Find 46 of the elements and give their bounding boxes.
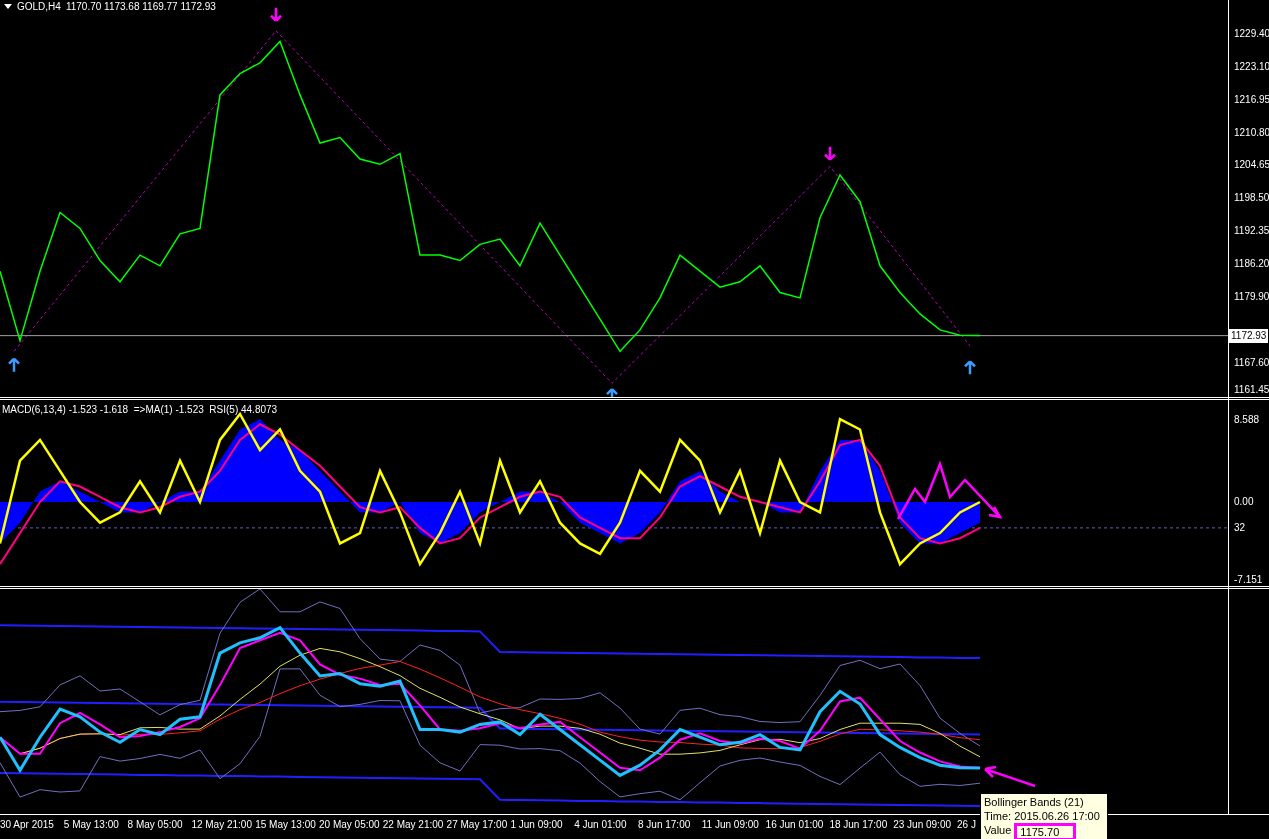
indicator-axis-label: 0.00 xyxy=(1234,495,1254,509)
time-axis-label: 20 May 05:00 xyxy=(319,819,380,830)
up-arrow-icon xyxy=(963,360,977,376)
time-axis-label: 23 Jun 09:00 xyxy=(893,819,951,830)
indicator-axis-label: -7.151 xyxy=(1234,573,1263,587)
time-axis-label: 22 May 21:00 xyxy=(382,819,444,830)
time-axis-label: 18 Jun 17:00 xyxy=(829,819,888,830)
price-axis-label: 1204.65 xyxy=(1234,158,1269,173)
price-axis-label: 1198.50 xyxy=(1234,191,1269,206)
up-arrow-icon xyxy=(7,357,21,373)
indicator-legend: MACD(6,13,4) -1.523 -1.618 =>MA(1) -1.523 RSI(5) 44.8073 xyxy=(2,404,278,415)
indicator-axis-label: 32 xyxy=(1234,521,1246,535)
time-axis-label: 8 May 05:00 xyxy=(127,819,183,830)
ohlc-values: 1170.70 1173.68 1169.77 1172.93 xyxy=(65,1,216,12)
price-axis-label: 1216.95 xyxy=(1234,92,1269,107)
time-axis-label: 15 May 13:00 xyxy=(255,819,316,830)
tooltip-time: Time: 2015.06.26 17:00 xyxy=(984,809,1101,823)
price-axis-label: 1186.20 xyxy=(1234,256,1269,271)
price-axis-label: 1223.10 xyxy=(1234,59,1269,74)
arrow-drawing xyxy=(983,765,1037,788)
symbol-label: GOLD,H4 xyxy=(17,1,61,12)
dropdown-triangle-icon[interactable] xyxy=(4,4,12,9)
tooltip-title: Bollinger Bands (21) xyxy=(984,795,1085,809)
time-axis-label: 4 Jun 01:00 xyxy=(574,819,627,830)
time-axis-label: 11 Jun 09:00 xyxy=(701,819,759,830)
up-arrow-icon xyxy=(605,387,619,397)
time-axis-label: 12 May 21:00 xyxy=(191,819,252,830)
indicator-axis-label: 8.588 xyxy=(1234,413,1260,427)
price-axis-label: 1210.80 xyxy=(1234,125,1269,140)
price-axis-label: 1167.60 xyxy=(1234,355,1269,370)
time-axis-label: 5 May 13:00 xyxy=(63,819,119,830)
price-axis-label: 1161.45 xyxy=(1234,383,1269,397)
down-arrow-icon xyxy=(823,145,837,161)
time-axis-label: 27 May 17:00 xyxy=(446,819,508,830)
time-axis-label: 8 Jun 17:00 xyxy=(638,819,691,830)
price-axis-label: 1192.35 xyxy=(1234,224,1269,239)
price-axis-label: 1229.40 xyxy=(1234,27,1269,41)
tooltip-value-label: Value xyxy=(984,823,1012,838)
tooltip-value: 1175.70 xyxy=(1014,823,1077,839)
current-price-label: 1172.93 xyxy=(1229,328,1269,343)
time-axis-label: 1 Jun 09:00 xyxy=(510,819,563,830)
time-axis-label: 16 Jun 01:00 xyxy=(765,819,824,830)
time-axis-label: 26 J xyxy=(957,819,976,830)
down-arrow-icon xyxy=(269,6,283,22)
time-axis-label: 30 Apr 2015 xyxy=(0,819,54,830)
price-axis-label: 1179.90 xyxy=(1234,289,1269,304)
